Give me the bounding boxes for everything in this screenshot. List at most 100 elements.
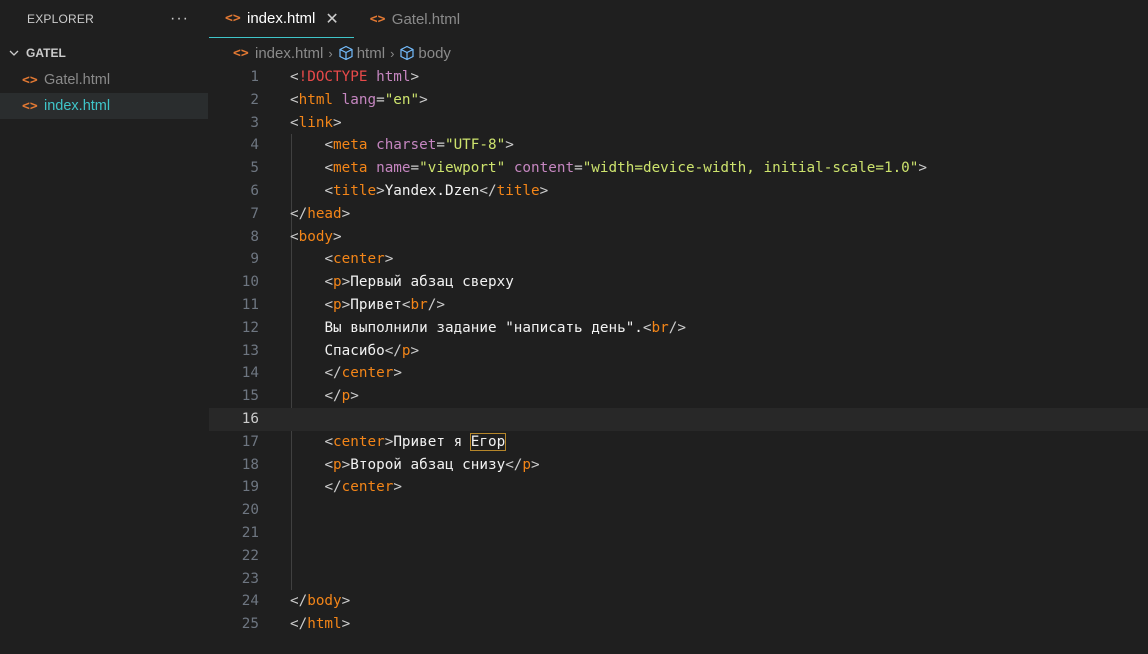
line-number: 9 [250,251,259,268]
code-text: </center> [290,362,401,385]
code-line[interactable]: 6 <title>Yandex.Dzen</title> [209,180,1148,203]
code-line[interactable]: 25 </html> [209,613,1148,636]
line-number: 16 [241,410,259,427]
line-number: 2 [250,91,259,108]
folder-gatel[interactable]: GATEL [0,39,209,67]
breadcrumb-file[interactable]: index.html [255,45,323,62]
breadcrumb-body[interactable]: body [418,45,451,62]
tab-index-html[interactable]: <> index.html ✕ [209,0,354,38]
code-token: < [324,456,334,473]
code-token: center [341,365,394,382]
code-token: "viewport" [419,160,506,177]
more-actions-icon[interactable]: ··· [170,10,189,28]
code-token: </ [290,205,308,222]
code-token: < [290,228,299,245]
code-text: </center> [290,476,401,499]
code-text: </body> [290,590,350,613]
code-line[interactable]: 15 </p> [209,385,1148,408]
explorer-header: EXPLORER ··· [0,0,209,38]
code-line[interactable]: 24 </body> [209,590,1148,613]
symbol-element-icon [338,45,354,61]
code-line[interactable]: 4 <meta charset="UTF-8"> [209,134,1148,157]
code-token: </ [324,365,342,382]
file-item-gatel[interactable]: <> Gatel.html [0,67,209,93]
code-token: < [324,296,334,313]
code-text: Спасибо</p> [290,340,419,363]
code-line[interactable]: 19 </center> [209,476,1148,499]
code-token: "width=device-width, initial-scale=1.0" [582,160,919,177]
code-token: > [333,228,342,245]
code-token: Привет я [393,433,471,450]
code-token: meta [333,160,368,177]
code-text: <center>Привет я Егор [290,431,507,454]
file-item-index[interactable]: <> index.html [0,93,208,119]
code-line[interactable]: 8 <body> [209,226,1148,249]
symbol-element-icon [399,45,415,61]
code-editor[interactable]: 1 <!DOCTYPE html> 2 <html lang="en"> 3 <link>… [209,66,1148,654]
line-number: 14 [241,365,259,382]
code-line[interactable]: 5 <meta name="viewport" content="width=d… [209,157,1148,180]
code-token: Второй абзац снизу [350,456,506,473]
code-token: < [290,91,299,108]
html-file-icon: <> [22,98,38,114]
code-token: < [324,251,334,268]
code-text: <body> [290,226,342,249]
code-token: content [513,160,575,177]
file-item-label: index.html [44,98,111,114]
code-token: < [324,137,334,154]
code-token: > [505,137,514,154]
code-line[interactable]: 20 [209,499,1148,522]
code-token: < [324,160,334,177]
html-file-icon: <> [225,11,241,26]
code-line[interactable]: 16 [209,407,1148,431]
html-file-icon: <> [22,72,38,88]
code-line[interactable]: 23 [209,568,1148,591]
code-token: > [531,456,540,473]
file-item-label: Gatel.html [44,72,111,88]
code-token: </ [324,388,342,405]
code-line[interactable]: 10 <p>Первый абзац сверху [209,271,1148,294]
code-token: > [341,456,351,473]
explorer-sidebar: EXPLORER ··· GATEL <> Gatel.html <> inde… [0,0,209,654]
code-line[interactable]: 12 Вы выполнили задание "написать день".… [209,317,1148,340]
line-number: 24 [241,593,259,610]
code-token: > [539,182,549,199]
breadcrumb-html[interactable]: html [357,45,385,62]
tab-label: Gatel.html [391,10,461,28]
code-line[interactable]: 7 </head> [209,203,1148,226]
code-line[interactable]: 14 </center> [209,362,1148,385]
code-line[interactable]: 17 <center>Привет я Егор [209,431,1148,454]
tab-gatel-html[interactable]: <> Gatel.html [354,0,475,38]
code-token: </ [505,456,523,473]
code-line[interactable]: 11 <p>Привет<br/> [209,294,1148,317]
code-text: <meta charset="UTF-8"> [290,134,514,157]
code-line[interactable]: 18 <p>Второй абзац снизу</p> [209,454,1148,477]
line-number: 19 [241,479,259,496]
code-line[interactable]: 1 <!DOCTYPE html> [209,66,1148,89]
line-number: 22 [241,547,259,564]
code-line[interactable]: 21 [209,522,1148,545]
code-token: < [290,69,299,85]
code-token: = [410,160,420,177]
code-token: </ [324,479,342,496]
line-number: 11 [241,296,259,313]
explorer-title: EXPLORER [27,12,94,26]
code-token: < [290,114,299,131]
line-number: 6 [250,182,259,199]
code-token: /> [668,319,686,336]
code-token: name [376,160,411,177]
chevron-right-icon: › [390,45,395,61]
code-line[interactable]: 22 [209,545,1148,568]
close-icon[interactable]: ✕ [325,9,338,29]
code-line[interactable]: 2 <html lang="en"> [209,89,1148,112]
code-line[interactable]: 9 <center> [209,248,1148,271]
code-token: !DOCTYPE [298,69,368,85]
code-token: > [410,342,420,359]
code-line[interactable]: 13 Спасибо</p> [209,340,1148,363]
code-token: title [333,182,377,199]
code-token: > [419,91,428,108]
code-line[interactable]: 3 <link> [209,112,1148,135]
